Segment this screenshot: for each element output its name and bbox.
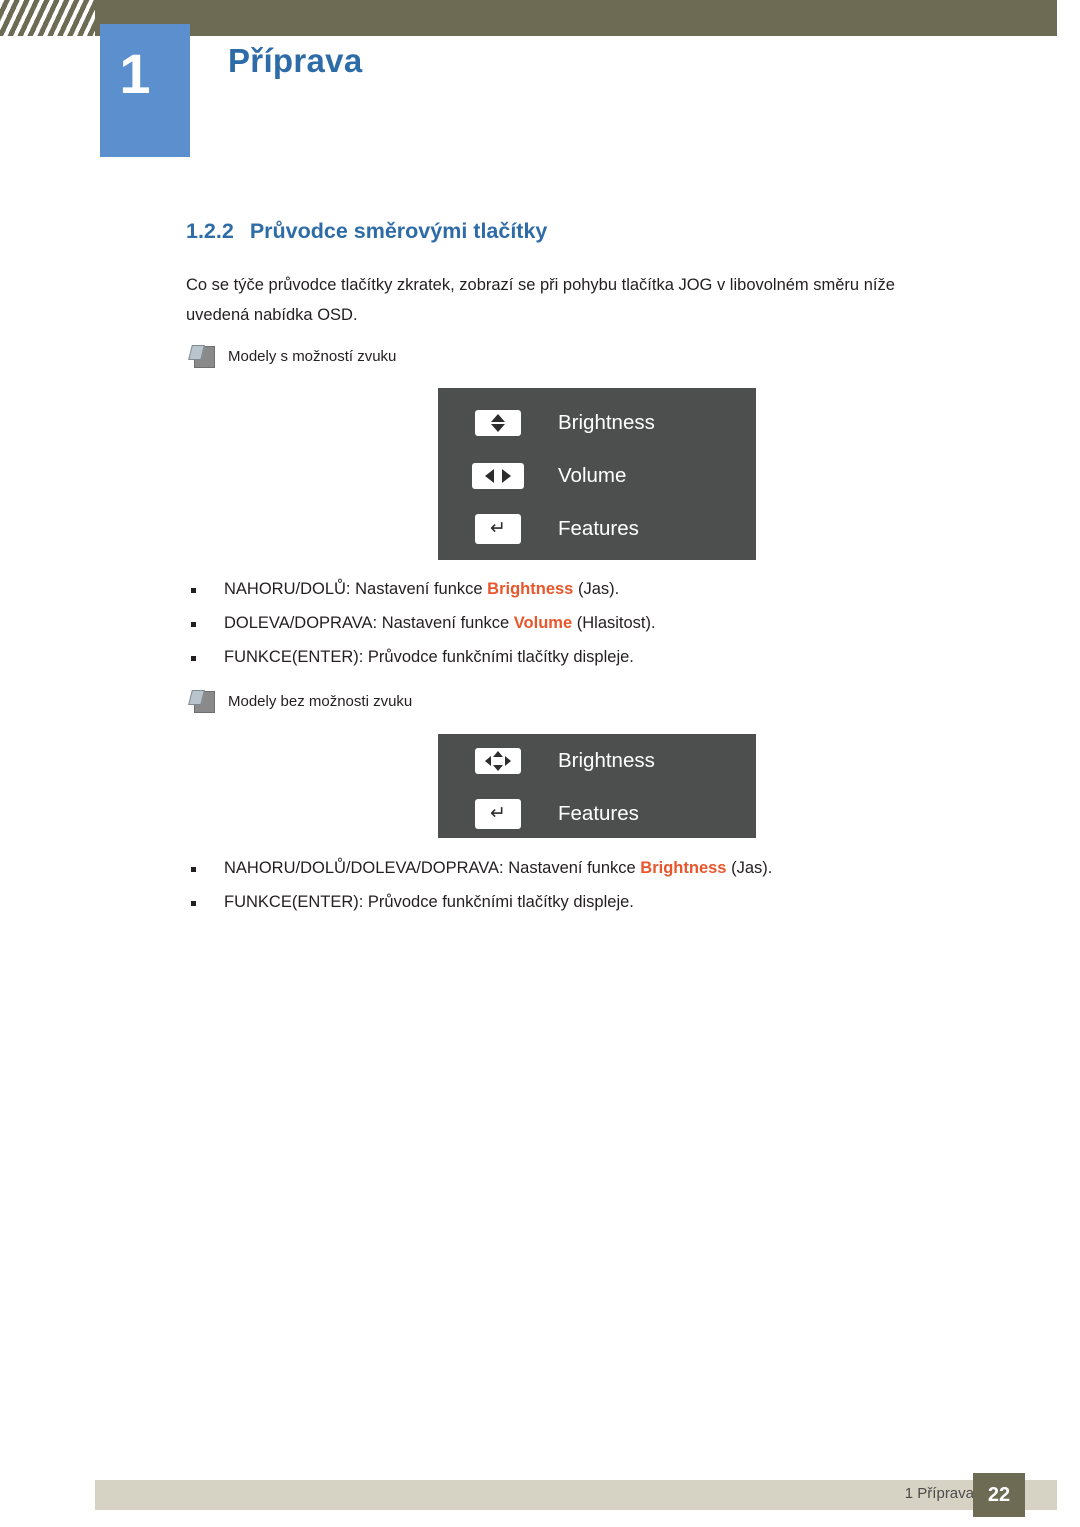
header-right-edge bbox=[1057, 0, 1080, 36]
bullet-highlight: Brightness bbox=[487, 580, 574, 598]
four-way-key bbox=[438, 747, 558, 774]
osd-menu-without-sound: Brightness ↵ Features bbox=[438, 734, 756, 838]
osd-label-brightness: Brightness bbox=[558, 410, 655, 434]
bullet-text: FUNKCE(ENTER): Průvodce funkčními tlačít… bbox=[224, 648, 634, 666]
footer-page-number: 22 bbox=[973, 1473, 1025, 1517]
chapter-number: 1 bbox=[119, 42, 151, 105]
footer-label: 1 Příprava bbox=[904, 1485, 974, 1502]
bullet-text: NAHORU/DOLŮ/DOLEVA/DOPRAVA: Nastavení fu… bbox=[224, 859, 641, 877]
bullet-text: FUNKCE(ENTER): Průvodce funkčními tlačít… bbox=[224, 893, 634, 911]
osd-label-brightness: Brightness bbox=[558, 748, 655, 772]
bullet-item: DOLEVA/DOPRAVA: Nastavení funkce Volume … bbox=[186, 606, 1006, 640]
bullet-highlight: Volume bbox=[513, 614, 573, 632]
osd-row-volume: Volume bbox=[438, 449, 756, 502]
bullet-item: FUNKCE(ENTER): Průvodce funkčními tlačít… bbox=[186, 885, 1006, 919]
chapter-title: Příprava bbox=[228, 42, 363, 79]
note-models-with-sound-label: Modely s možností zvuku bbox=[228, 347, 397, 365]
bullet-item: FUNKCE(ENTER): Průvodce funkčními tlačít… bbox=[186, 640, 1006, 674]
section-title: 1.2.2 Průvodce směrovými tlačítky bbox=[186, 219, 547, 244]
bullet-text-post: (Jas). bbox=[726, 859, 773, 877]
osd-row-features: ↵ Features bbox=[438, 502, 756, 555]
header-hatch-pattern bbox=[0, 0, 95, 36]
up-down-key bbox=[438, 409, 558, 436]
bullet-text-post: (Hlasitost). bbox=[572, 614, 656, 632]
section-number: 1.2.2 bbox=[186, 219, 234, 243]
note-models-with-sound: Modely s možností zvuku bbox=[188, 345, 397, 368]
note-models-without-sound-label: Modely bez možnosti zvuku bbox=[228, 692, 413, 710]
osd-label-features: Features bbox=[558, 516, 639, 540]
section-title-text: Průvodce směrovými tlačítky bbox=[249, 219, 548, 243]
osd-row-brightness: Brightness bbox=[438, 396, 756, 449]
osd-label-volume: Volume bbox=[558, 463, 627, 487]
section-paragraph: Co se týče průvodce tlačítky zkratek, zo… bbox=[186, 276, 895, 324]
bullet-text: DOLEVA/DOPRAVA: Nastavení funkce bbox=[224, 614, 514, 632]
bullet-item: NAHORU/DOLŮ: Nastavení funkce Brightness… bbox=[186, 572, 1006, 606]
bullet-highlight: Brightness bbox=[640, 859, 727, 877]
left-right-key bbox=[438, 462, 558, 489]
note-models-without-sound: Modely bez možnosti zvuku bbox=[188, 690, 413, 713]
osd-row-brightness: Brightness bbox=[438, 734, 756, 787]
bullet-text-post: (Jas). bbox=[573, 580, 620, 598]
note-page-icon bbox=[188, 690, 216, 713]
bullet-item: NAHORU/DOLŮ/DOLEVA/DOPRAVA: Nastavení fu… bbox=[186, 851, 1006, 885]
osd-label-features: Features bbox=[558, 801, 639, 825]
bullet-list-without-sound: NAHORU/DOLŮ/DOLEVA/DOPRAVA: Nastavení fu… bbox=[186, 851, 1006, 919]
bullet-text: NAHORU/DOLŮ: Nastavení funkce bbox=[224, 580, 488, 598]
enter-key: ↵ bbox=[438, 513, 558, 544]
osd-menu-with-sound: Brightness Volume ↵ Features bbox=[438, 388, 756, 560]
osd-row-features: ↵ Features bbox=[438, 787, 756, 840]
bullet-list-with-sound: NAHORU/DOLŮ: Nastavení funkce Brightness… bbox=[186, 572, 1006, 674]
note-page-icon bbox=[188, 345, 216, 368]
enter-key: ↵ bbox=[438, 798, 558, 829]
